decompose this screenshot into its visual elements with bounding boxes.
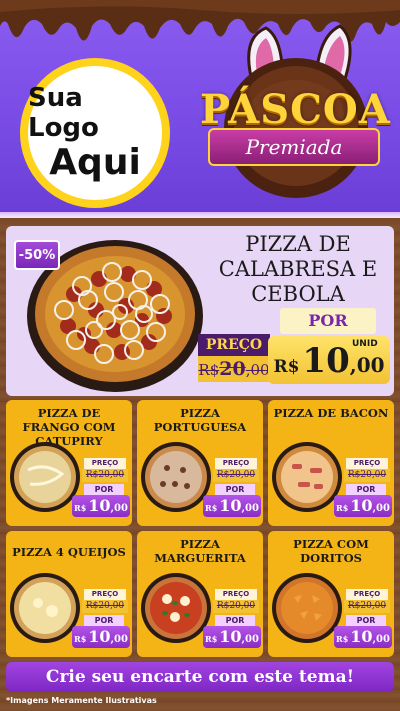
price-int: 10: [88, 496, 111, 515]
unit-label: UNID: [352, 339, 378, 349]
discount-badge: -50%: [14, 240, 60, 270]
header-divider: [0, 212, 400, 218]
disclaimer-text: *Imagens Meramente Ilustrativas: [6, 696, 157, 705]
price-int: 10: [219, 627, 242, 646]
featured-old-int: 20: [219, 358, 246, 380]
product-card: PIZZA MARGUERITA PREÇO R$20,00 POR R$ 10,…: [137, 531, 263, 657]
old-price: R$20,00: [344, 469, 390, 482]
easter-title: PÁSCOA: [200, 86, 391, 133]
product-card: PIZZA PORTUGUESA PREÇO R$20,00 POR R$ 10,…: [137, 400, 263, 526]
price-currency: R$: [205, 503, 218, 513]
pizza-marguerita-image: [141, 573, 211, 643]
price-cents: ,00: [372, 634, 390, 645]
featured-old-currency: R$: [198, 361, 220, 379]
old-price: R$20,00: [82, 469, 128, 482]
price-int: 10: [219, 496, 242, 515]
price-int: 10: [350, 496, 373, 515]
product-name: PIZZA MARGUERITA: [154, 537, 246, 565]
pizza-bacon-image: [272, 442, 342, 512]
price-tag: R$ 10,00: [334, 626, 392, 648]
featured-price-int: 10: [302, 341, 350, 381]
featured-preco-label: PREÇO: [198, 334, 270, 356]
featured-product-name: PIZZA DE CALABRESA E CEBOLA: [218, 232, 378, 306]
product-name: PIZZA 4 QUEIJOS: [12, 545, 126, 559]
por-label: POR: [215, 615, 255, 626]
por-label: POR: [215, 484, 255, 495]
old-price: R$20,00: [213, 600, 259, 613]
price-tag: R$ 10,00: [203, 626, 261, 648]
cta-button[interactable]: Crie seu encarte com este tema!: [6, 662, 394, 692]
price-tag: R$ 10,00: [72, 626, 130, 648]
price-currency: R$: [336, 634, 349, 644]
product-name: PIZZA PORTUGUESA: [153, 406, 247, 434]
preco-label: PREÇO: [346, 589, 388, 600]
price-currency: R$: [205, 634, 218, 644]
price-currency: R$: [74, 634, 87, 644]
pizza-frango-image: [10, 442, 80, 512]
price-tag: R$ 10,00: [203, 495, 261, 517]
product-card: PIZZA DE FRANGO COM CATUPIRY PREÇO R$20,…: [6, 400, 132, 526]
featured-currency: R$: [273, 357, 300, 377]
old-price: R$20,00: [344, 600, 390, 613]
por-label: POR: [84, 615, 124, 626]
price-currency: R$: [336, 503, 349, 513]
price-cents: ,00: [372, 503, 390, 514]
price-tag: R$ 10,00: [72, 495, 130, 517]
featured-old-cents: ,00: [245, 361, 270, 379]
pizza-4-queijos-image: [10, 573, 80, 643]
price-int: 10: [88, 627, 111, 646]
preco-label: PREÇO: [84, 589, 126, 600]
por-label: POR: [346, 615, 386, 626]
product-name: PIZZA DE BACON: [273, 406, 389, 420]
old-price: R$20,00: [213, 469, 259, 482]
product-name: PIZZA COM DORITOS: [293, 537, 369, 565]
header-banner: Sua Logo Aqui PÁSCOA Premiada: [0, 0, 400, 218]
preco-label: PREÇO: [215, 589, 257, 600]
preco-label: PREÇO: [215, 458, 257, 469]
product-card: PIZZA 4 QUEIJOS PREÇO R$20,00 POR R$ 10,0…: [6, 531, 132, 657]
por-label: POR: [84, 484, 124, 495]
price-tag: R$ 10,00: [334, 495, 392, 517]
logo-line-1: Sua Logo: [28, 83, 99, 143]
featured-por-label: POR: [280, 308, 376, 334]
price-int: 10: [350, 627, 373, 646]
price-currency: R$: [74, 503, 87, 513]
old-price: R$20,00: [82, 600, 128, 613]
price-cents: ,00: [241, 634, 259, 645]
pizza-doritos-image: [272, 573, 342, 643]
por-label: POR: [346, 484, 386, 495]
price-cents: ,00: [110, 634, 128, 645]
pizza-portuguesa-image: [141, 442, 211, 512]
price-cents: ,00: [110, 503, 128, 514]
featured-price-cents: ,00: [349, 353, 385, 377]
logo-line-2: Aqui: [49, 142, 141, 183]
logo-placeholder: Sua Logo Aqui: [20, 58, 170, 208]
featured-old-price: R$20,00: [198, 356, 270, 382]
product-card: PIZZA COM DORITOS PREÇO R$20,00 POR R$ 10…: [268, 531, 394, 657]
premiada-ribbon: Premiada: [208, 128, 380, 166]
product-card: PIZZA DE BACON PREÇO R$20,00 POR R$ 10,00: [268, 400, 394, 526]
preco-label: PREÇO: [84, 458, 126, 469]
price-cents: ,00: [241, 503, 259, 514]
preco-label: PREÇO: [346, 458, 388, 469]
